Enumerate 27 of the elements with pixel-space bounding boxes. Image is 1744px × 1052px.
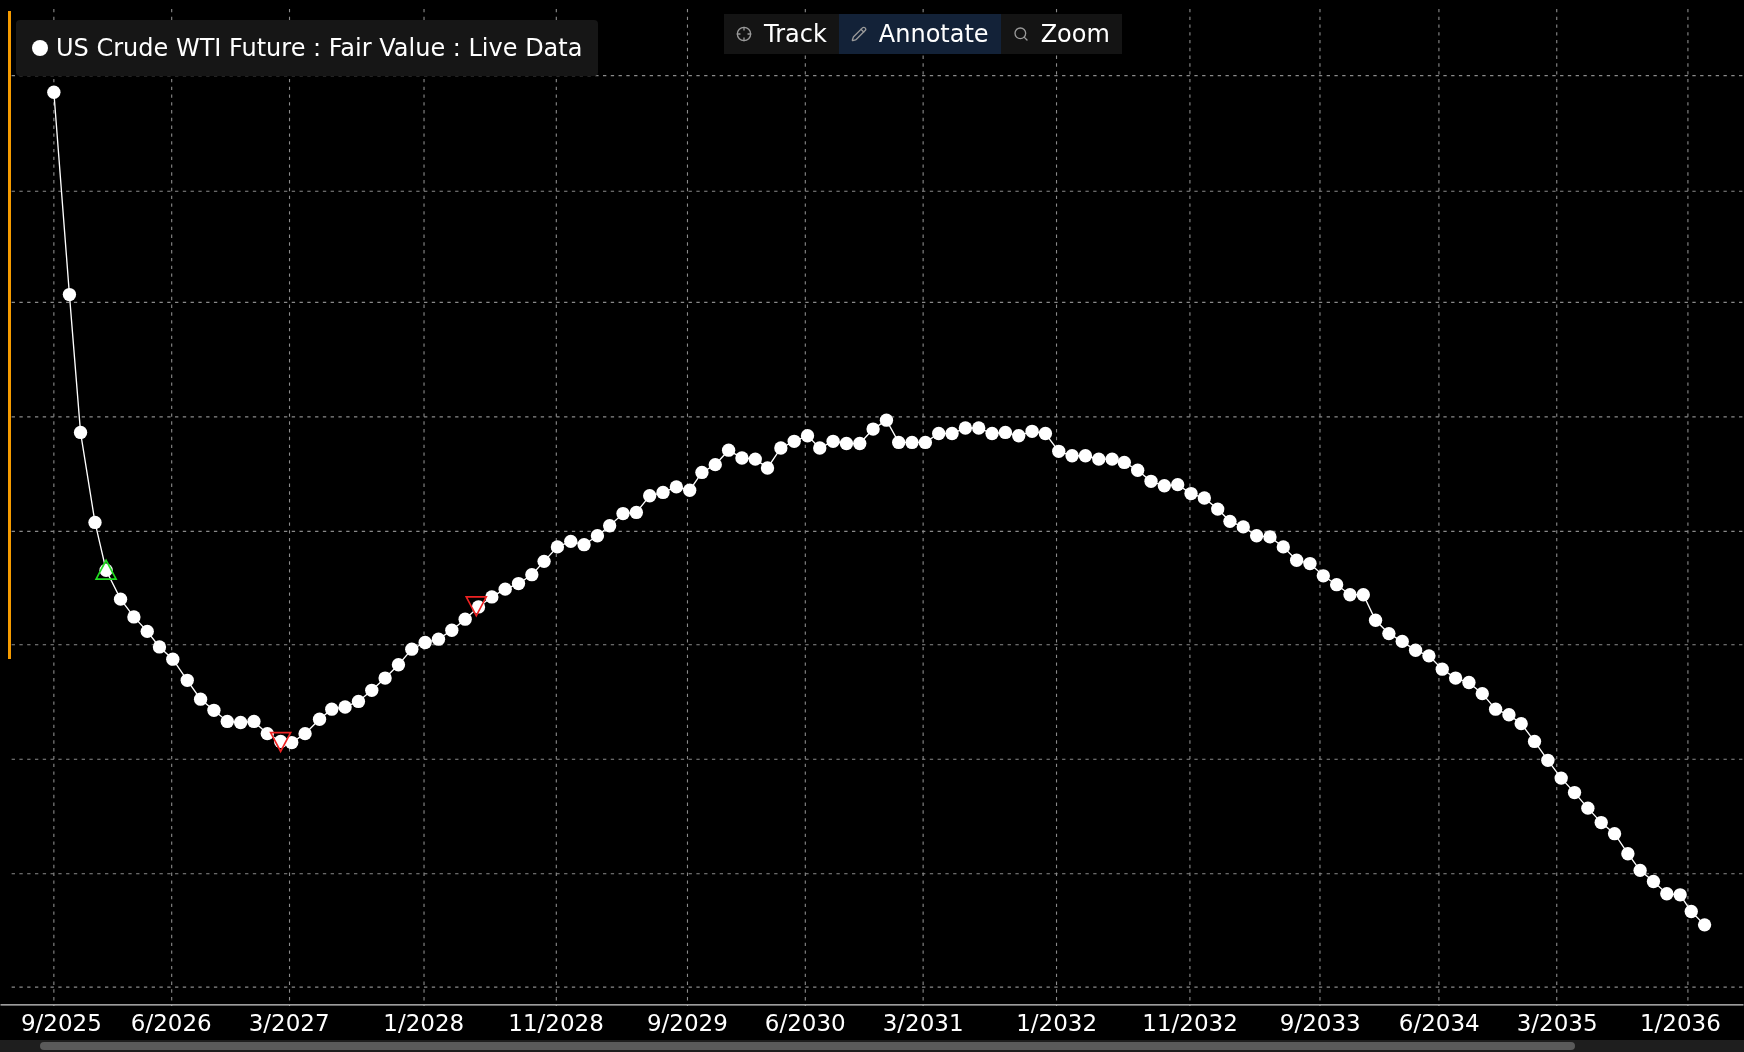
axis-label: 11/2028 bbox=[508, 1009, 604, 1038]
axis-label: 6/2026 bbox=[130, 1009, 212, 1038]
scrollbar-thumb[interactable] bbox=[40, 1042, 1575, 1050]
bullet-icon bbox=[32, 40, 48, 56]
scrollbar[interactable] bbox=[0, 1040, 1744, 1052]
axis-label: 1/2032 bbox=[1016, 1009, 1098, 1038]
axis-label: 9/2029 bbox=[646, 1009, 728, 1038]
down-triangle-marker bbox=[464, 596, 488, 618]
toolbar-tab[interactable]: Track bbox=[724, 14, 839, 54]
axis-label: 6/2034 bbox=[1398, 1009, 1480, 1038]
axis-label: 3/2035 bbox=[1516, 1009, 1598, 1038]
axis-label: 9/2025 bbox=[20, 1009, 102, 1038]
axis-label: 6/2030 bbox=[764, 1009, 846, 1038]
axis-label: 11/2032 bbox=[1142, 1009, 1238, 1038]
axis-label: 1/2028 bbox=[383, 1009, 465, 1038]
axis-label: 3/2031 bbox=[882, 1009, 964, 1038]
pencil-icon bbox=[850, 26, 867, 42]
search-icon bbox=[1012, 26, 1029, 42]
crosshair-icon bbox=[736, 26, 752, 42]
toolbar-tab[interactable]: Zoom bbox=[1000, 14, 1122, 54]
toolbar-tab[interactable]: Annotate bbox=[838, 14, 1001, 54]
down-triangle-marker bbox=[269, 731, 292, 754]
up-triangle-marker bbox=[94, 558, 118, 580]
axis-label: 3/2027 bbox=[248, 1009, 330, 1038]
axis-label: 9/2033 bbox=[1279, 1009, 1361, 1038]
legend-label: US Crude WTI Future : Fair Value : Live Data bbox=[56, 33, 583, 64]
axis-label: 1/2036 bbox=[1639, 1009, 1721, 1038]
